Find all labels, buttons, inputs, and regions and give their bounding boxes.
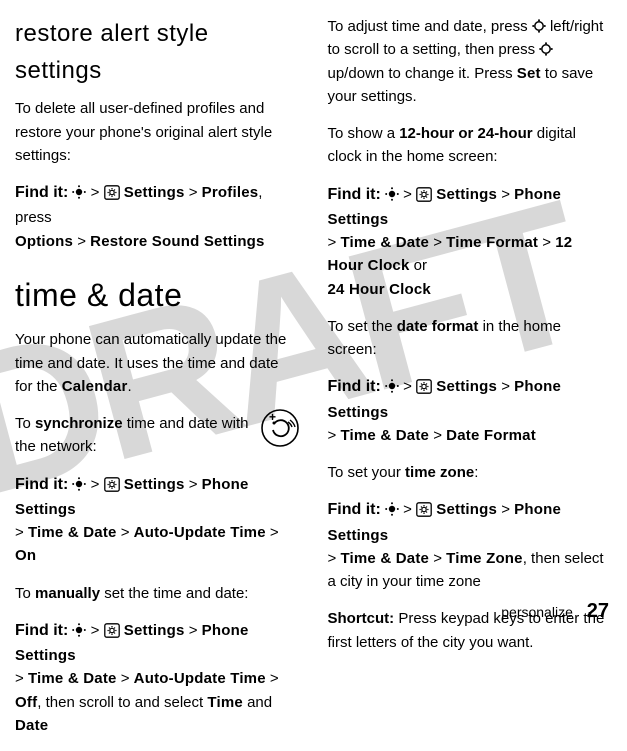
- shortcut-label: Shortcut:: [328, 610, 395, 627]
- settings-icon: [416, 378, 432, 393]
- find-it-label: Find it:: [15, 476, 68, 493]
- td-intro-c: .: [128, 378, 132, 395]
- find-it-timezone: Find it: > Settings > Phone Settings > T…: [328, 498, 613, 593]
- find3-t1: , then scroll to and select: [37, 694, 207, 711]
- path-profiles: Profiles: [202, 184, 259, 201]
- path-settings: Settings: [436, 186, 497, 203]
- path-time-date: Time & Date: [340, 550, 429, 567]
- path-on: On: [15, 547, 36, 564]
- cf-a: To show a: [328, 125, 400, 142]
- find-it-label: Find it:: [15, 622, 68, 639]
- adj-c: up/down to change it. Press: [328, 65, 517, 82]
- date-format-intro: To set the date format in the home scree…: [328, 315, 613, 362]
- man-c: set the time and date:: [100, 585, 248, 602]
- find-it-sync: Find it: > Settings > Phone Settings > T…: [15, 473, 300, 568]
- center-key-icon: [72, 621, 86, 644]
- time-date-intro: Your phone can automatically update the …: [15, 328, 300, 398]
- path-settings: Settings: [436, 501, 497, 518]
- sync-a: To: [15, 415, 35, 432]
- clock-format-intro: To show a 12-hour or 24-hour digital clo…: [328, 122, 613, 169]
- nav-key-icon: [532, 17, 546, 31]
- path-settings: Settings: [436, 378, 497, 395]
- settings-icon: [104, 622, 120, 637]
- center-key-icon: [385, 185, 399, 208]
- center-key-icon: [72, 475, 86, 498]
- adj-a: To adjust time and date, press: [328, 18, 532, 35]
- section-name: personalize: [501, 604, 573, 620]
- settings-icon: [104, 184, 120, 199]
- path-date-format: Date Format: [446, 427, 536, 444]
- path-restore-sound: Restore Sound Settings: [90, 233, 264, 250]
- page-columns: restore alert style settings To delete a…: [15, 15, 612, 751]
- path-auto-update: Auto-Update Time: [134, 670, 266, 687]
- path-24hr: 24 Hour Clock: [328, 281, 431, 298]
- td-intro-a: Your phone can automatically update the …: [15, 331, 286, 395]
- find-it-label: Find it:: [15, 184, 68, 201]
- find-it-manual: Find it: > Settings > Phone Settings > T…: [15, 619, 300, 737]
- time-zone-intro: To set your time zone:: [328, 461, 613, 484]
- sync-b: synchronize: [35, 415, 123, 432]
- center-key-icon: [385, 500, 399, 523]
- path-settings: Settings: [124, 622, 185, 639]
- man-b: manually: [35, 585, 100, 602]
- page-number: 27: [587, 600, 609, 622]
- tz-a: To set your: [328, 464, 406, 481]
- path-time-date: Time & Date: [28, 524, 117, 541]
- find-it-dateformat: Find it: > Settings > Phone Settings > T…: [328, 375, 613, 447]
- settings-icon: [416, 186, 432, 201]
- path-time-format: Time Format: [446, 234, 538, 251]
- tz-c: :: [474, 464, 478, 481]
- cf-b: 12-hour or 24-hour: [399, 125, 532, 142]
- right-column: To adjust time and date, press left/righ…: [328, 15, 613, 751]
- find-it-label: Find it:: [328, 186, 381, 203]
- heading-restore-alert: restore alert style settings: [15, 15, 300, 89]
- df-a: To set the: [328, 318, 397, 335]
- sync-network-icon: [260, 408, 300, 455]
- man-a: To: [15, 585, 35, 602]
- path-time-zone: Time Zone: [446, 550, 523, 567]
- nav-key-icon: [539, 40, 553, 54]
- path-auto-update: Auto-Update Time: [134, 524, 266, 541]
- find-it-label: Find it:: [328, 501, 381, 518]
- df-b: date format: [397, 318, 479, 335]
- page-footer: personalize 27: [501, 596, 609, 627]
- settings-icon: [416, 501, 432, 516]
- or-text: or: [410, 257, 428, 274]
- find3-date: Date: [15, 717, 48, 734]
- path-off: Off: [15, 694, 37, 711]
- restore-intro: To delete all user-defined profiles and …: [15, 97, 300, 167]
- find3-t3: and: [243, 694, 272, 711]
- settings-icon: [104, 476, 120, 491]
- path-settings: Settings: [124, 184, 185, 201]
- path-time-date: Time & Date: [340, 234, 429, 251]
- left-column: restore alert style settings To delete a…: [15, 15, 300, 751]
- heading-time-date: time & date: [15, 271, 300, 321]
- manual-intro: To manually set the time and date:: [15, 582, 300, 605]
- find-it-timeformat: Find it: > Settings > Phone Settings > T…: [328, 183, 613, 301]
- find-it-label: Find it:: [328, 378, 381, 395]
- calendar-word: Calendar: [62, 378, 128, 395]
- center-key-icon: [72, 183, 86, 206]
- adjust-intro: To adjust time and date, press left/righ…: [328, 15, 613, 108]
- path-settings: Settings: [124, 476, 185, 493]
- center-key-icon: [385, 377, 399, 400]
- find3-time: Time: [207, 694, 243, 711]
- sync-intro: To synchronize time and date with the ne…: [15, 412, 300, 459]
- path-time-date: Time & Date: [340, 427, 429, 444]
- tz-b: time zone: [405, 464, 474, 481]
- path-options: Options: [15, 233, 73, 250]
- set-key: Set: [517, 65, 541, 82]
- find-it-restore: Find it: > Settings > Profiles, press Op…: [15, 181, 300, 253]
- path-time-date: Time & Date: [28, 670, 117, 687]
